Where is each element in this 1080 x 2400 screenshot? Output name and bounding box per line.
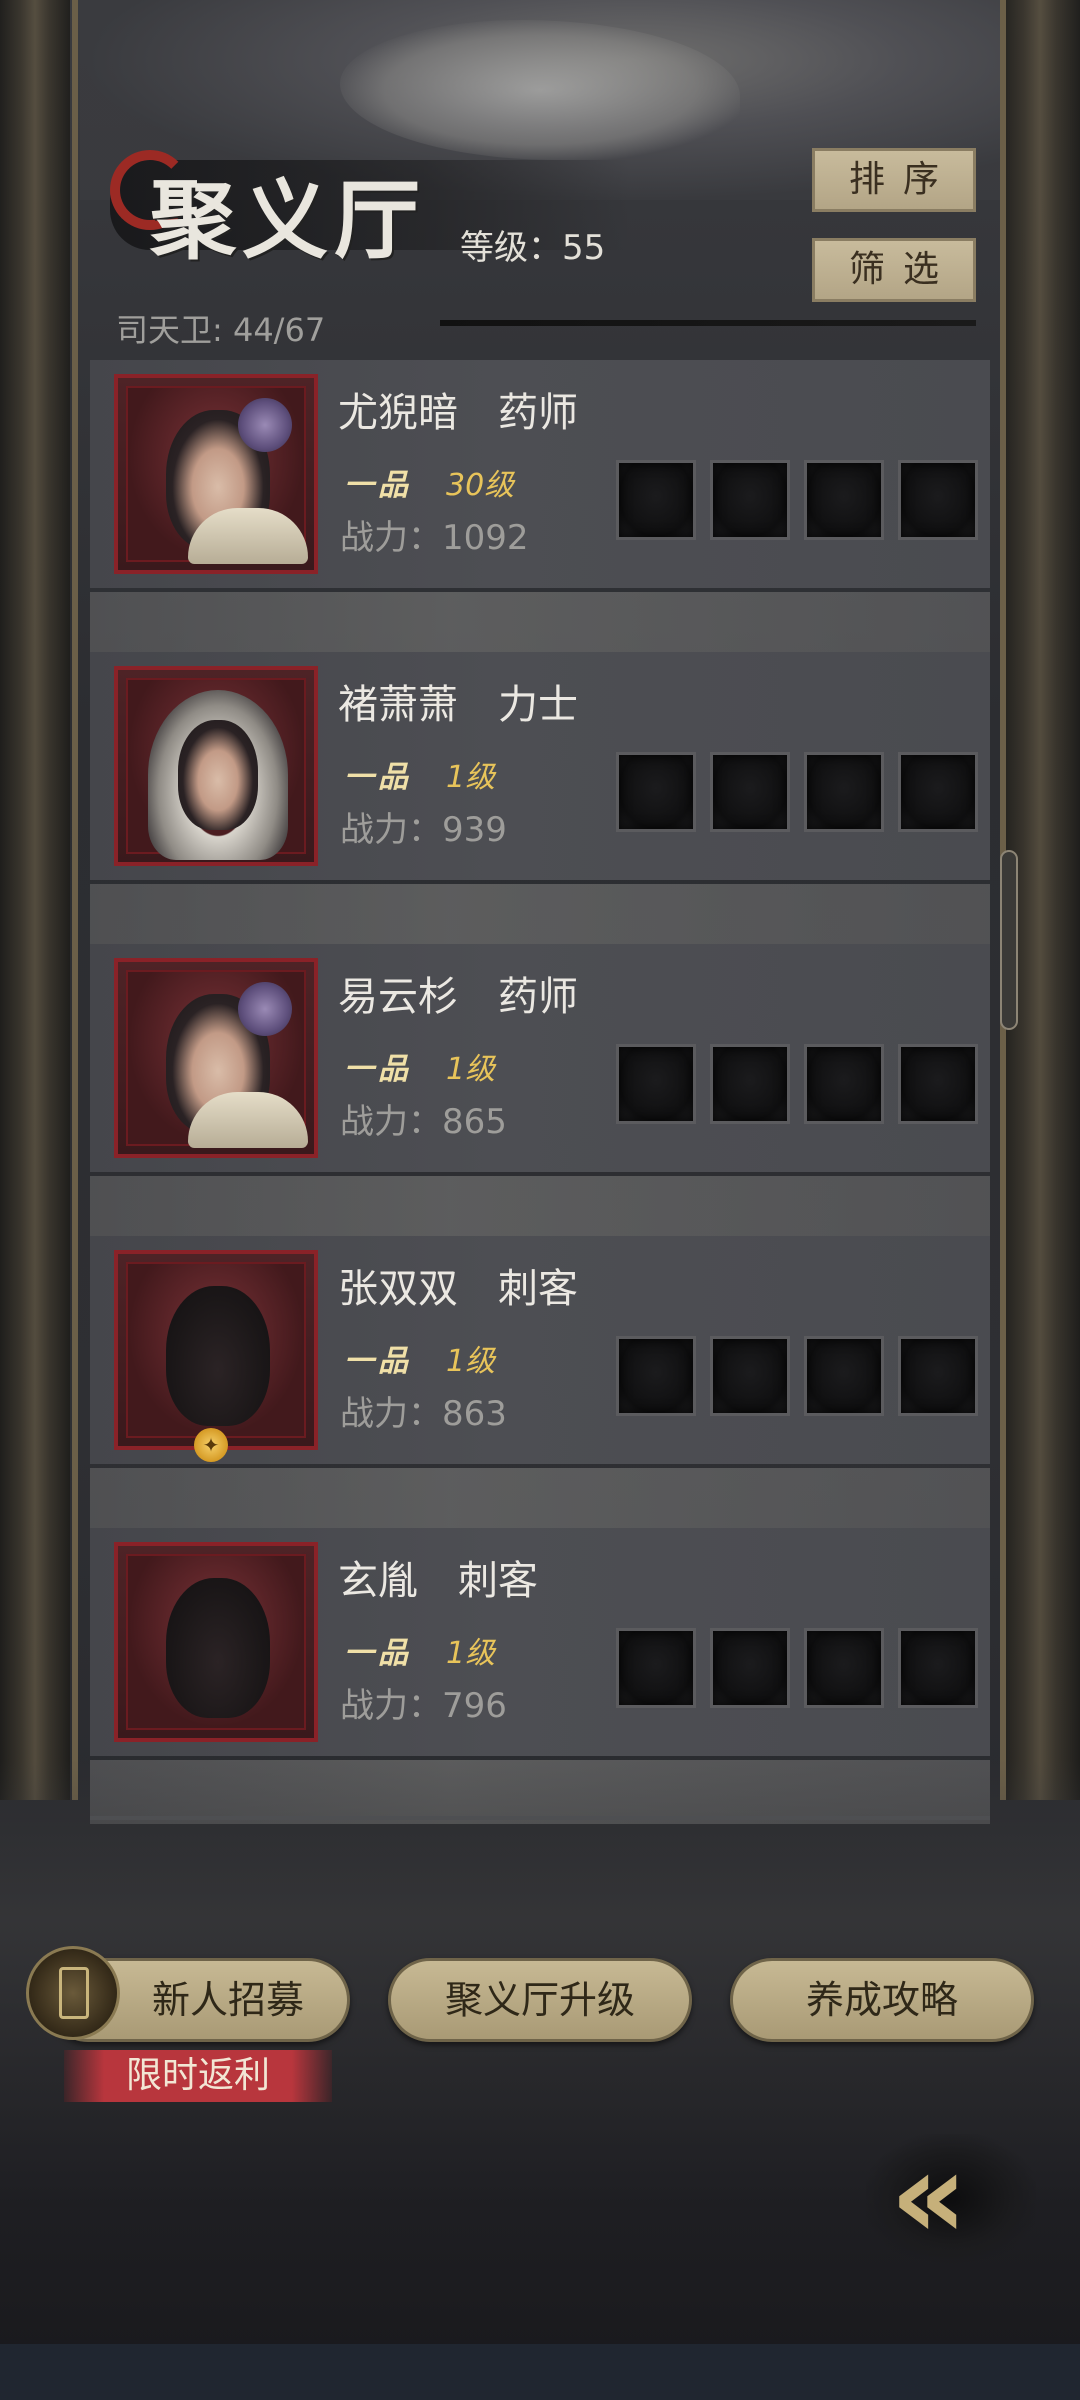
hero-rank: 一品 <box>344 1052 412 1087</box>
left-frame-pillar <box>0 0 70 1800</box>
hero-level: 1级 <box>446 760 496 795</box>
hero-card[interactable]: ✦ 张双双 刺客 一品 1级 战力：863 <box>90 1236 990 1464</box>
recruit-token-icon[interactable] <box>26 1946 120 2040</box>
double-chevron-left-icon: « <box>890 2127 967 2266</box>
hero-portrait[interactable] <box>114 1542 318 1742</box>
equipment-slots <box>616 1044 986 1126</box>
equipment-slot[interactable] <box>804 1044 884 1124</box>
training-guide-button[interactable]: 养成攻略 <box>730 1958 1034 2042</box>
hero-power: 战力：1092 <box>340 518 529 558</box>
left-frame-edge <box>72 0 78 1800</box>
face-icon <box>178 720 258 830</box>
hero-rank: 一品 <box>344 1636 412 1671</box>
hero-portrait[interactable] <box>114 374 318 574</box>
card-divider <box>90 1176 990 1240</box>
masked-face-icon <box>166 1578 270 1718</box>
equipment-slots <box>616 460 986 542</box>
portrait-frame <box>126 970 308 1148</box>
equipment-slot[interactable] <box>710 1044 790 1124</box>
portrait-frame <box>126 678 306 860</box>
equipment-slots <box>616 1336 986 1418</box>
hero-power: 战力：796 <box>340 1686 507 1726</box>
hero-portrait[interactable] <box>114 666 318 866</box>
equipment-slot[interactable] <box>898 1336 978 1416</box>
page-title: 聚义厅 <box>150 170 426 271</box>
hero-power: 战力：939 <box>340 810 507 850</box>
equipment-slot[interactable] <box>616 752 696 832</box>
filter-button[interactable]: 筛选 <box>812 238 976 302</box>
hero-portrait[interactable] <box>114 1250 318 1450</box>
hero-name: 张双双 刺客 <box>338 1266 578 1312</box>
equipment-slot[interactable] <box>710 1336 790 1416</box>
hero-rank: 一品 <box>344 760 412 795</box>
hero-name: 尤猊暗 药师 <box>338 390 578 436</box>
hero-portrait[interactable] <box>114 958 318 1158</box>
hero-level: 1级 <box>446 1052 496 1087</box>
card-divider <box>90 884 990 948</box>
equipment-slot[interactable] <box>710 752 790 832</box>
equipment-slot[interactable] <box>804 752 884 832</box>
hall-upgrade-button[interactable]: 聚义厅升级 <box>388 1958 692 2042</box>
equipment-slot[interactable] <box>616 1336 696 1416</box>
hero-rank: 一品 <box>344 1344 412 1379</box>
hero-power: 战力：865 <box>340 1102 507 1142</box>
hero-card[interactable]: 玄胤 刺客 一品 1级 战力：796 <box>90 1528 990 1756</box>
system-nav-bar <box>0 2344 1080 2400</box>
hero-name: 易云杉 药师 <box>338 974 578 1020</box>
card-divider <box>90 592 990 656</box>
hero-level: 1级 <box>446 1344 496 1379</box>
hero-level: 1级 <box>446 1636 496 1671</box>
equipment-slot[interactable] <box>898 1044 978 1124</box>
hero-card[interactable]: 易云杉 药师 一品 1级 战力：865 <box>90 944 990 1172</box>
portrait-frame <box>126 1554 306 1730</box>
equipment-slot[interactable] <box>898 460 978 540</box>
list-scrollbar[interactable] <box>1000 850 1018 1030</box>
back-button[interactable]: « <box>866 2124 1036 2274</box>
token-card-icon <box>59 1967 89 2019</box>
limited-rebate-tag[interactable]: 限时返利 <box>64 2050 332 2102</box>
hero-card[interactable]: 尤猊暗 药师 一品 30级 战力：1092 <box>90 360 990 588</box>
equipment-slot[interactable] <box>804 1336 884 1416</box>
equipment-slot[interactable] <box>804 460 884 540</box>
equipment-slot[interactable] <box>710 1628 790 1708</box>
portrait-frame <box>126 1262 306 1438</box>
equipment-slot[interactable] <box>898 752 978 832</box>
hall-screen: 聚义厅 等级：55 司天卫: 44/67 排序 筛选 尤猊暗 药师 一品 30级… <box>0 0 1080 2400</box>
masked-face-icon <box>166 1286 270 1426</box>
title-divider <box>440 320 976 326</box>
equipment-slot[interactable] <box>616 1044 696 1124</box>
element-badge-icon: ✦ <box>194 1428 228 1462</box>
hairpin-icon <box>238 398 292 452</box>
hero-level: 30级 <box>446 468 515 503</box>
card-divider <box>90 1468 990 1532</box>
hero-power: 战力：863 <box>340 1394 507 1434</box>
equipment-slot[interactable] <box>616 460 696 540</box>
hairpin-icon <box>238 982 292 1036</box>
hero-card[interactable]: 褚萧萧 力士 一品 1级 战力：939 <box>90 652 990 880</box>
hero-name: 玄胤 刺客 <box>338 1558 538 1604</box>
hero-list[interactable]: 尤猊暗 药师 一品 30级 战力：1092 褚萧萧 力士 一品 1级 战力：93… <box>90 360 990 1826</box>
equipment-slot[interactable] <box>616 1628 696 1708</box>
hero-name: 褚萧萧 力士 <box>338 682 578 728</box>
equipment-slot[interactable] <box>710 460 790 540</box>
sort-button[interactable]: 排序 <box>812 148 976 212</box>
equipment-slots <box>616 752 986 834</box>
equipment-slot[interactable] <box>898 1628 978 1708</box>
guard-count: 司天卫: 44/67 <box>116 311 326 349</box>
hero-rank: 一品 <box>344 468 412 503</box>
equipment-slots <box>616 1628 986 1710</box>
portrait-frame <box>126 386 308 564</box>
equipment-slot[interactable] <box>804 1628 884 1708</box>
hall-level: 等级：55 <box>460 228 606 268</box>
